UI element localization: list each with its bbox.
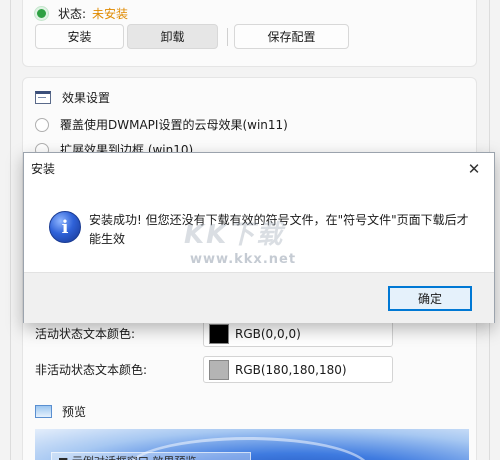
- effects-title-text: 效果设置: [62, 91, 111, 105]
- active-color-label: 活动状态文本颜色:: [35, 327, 136, 341]
- inactive-color-value: RGB(180,180,180): [235, 362, 347, 377]
- action-buttons: 安装 卸载 保存配置: [35, 24, 349, 49]
- active-text-color-row: 活动状态文本颜色: RGB(0,0,0): [35, 320, 395, 347]
- active-color-value: RGB(0,0,0): [235, 326, 301, 341]
- radio-button[interactable]: [35, 117, 49, 132]
- status-dot-icon: [35, 7, 48, 20]
- watermark-url: www.kkx.net: [190, 252, 297, 267]
- status-label: 状态:: [58, 7, 87, 21]
- preview-section-title: 预览: [35, 403, 86, 420]
- status-value: 未安装: [92, 7, 129, 21]
- dialog-titlebar: 安装 ✕: [24, 153, 494, 184]
- info-icon: i: [49, 211, 81, 243]
- dialog-message: 安装成功! 但您还没有下载有效的符号文件，在"符号文件"页面下载后才能生效: [89, 213, 469, 246]
- option-label: 覆盖使用DWMAPI设置的云母效果(win11): [60, 118, 288, 132]
- color-swatch: [209, 323, 229, 344]
- status-row: 状态: 未安装: [35, 5, 128, 22]
- uninstall-button[interactable]: 卸载: [127, 24, 218, 49]
- color-swatch: [209, 359, 229, 380]
- dialog-body: i 安装成功! 但您还没有下载有效的符号文件，在"符号文件"页面下载后才能生效 …: [24, 184, 494, 272]
- save-config-button[interactable]: 保存配置: [234, 24, 349, 49]
- close-icon[interactable]: ✕: [454, 154, 494, 184]
- preview-title-text: 预览: [62, 405, 87, 419]
- option-mica-override[interactable]: 覆盖使用DWMAPI设置的云母效果(win11): [35, 116, 288, 133]
- inactive-text-color-row: 非活动状态文本颜色: RGB(180,180,180): [35, 356, 395, 383]
- preview-window: ■ 示例对话框窗口 效果预览: [51, 452, 251, 460]
- preview-icon: [35, 405, 52, 418]
- inactive-color-picker[interactable]: RGB(180,180,180): [203, 356, 393, 383]
- preview-image: ■ 示例对话框窗口 效果预览: [35, 429, 469, 460]
- dialog-title: 安装: [31, 162, 56, 176]
- window-settings-icon: [35, 91, 51, 104]
- dialog-footer: 确定: [24, 272, 494, 323]
- button-separator: [227, 27, 228, 46]
- ok-button[interactable]: 确定: [388, 286, 472, 311]
- inactive-color-label: 非活动状态文本颜色:: [35, 363, 148, 377]
- active-color-picker[interactable]: RGB(0,0,0): [203, 320, 393, 347]
- effects-section-title: 效果设置: [35, 89, 110, 106]
- window-border-left: [10, 0, 11, 460]
- status-card: 状态: 未安装 安装 卸载 保存配置: [22, 0, 477, 67]
- install-button[interactable]: 安装: [35, 24, 124, 49]
- install-dialog: 安装 ✕ i 安装成功! 但您还没有下载有效的符号文件，在"符号文件"页面下载后…: [23, 152, 495, 323]
